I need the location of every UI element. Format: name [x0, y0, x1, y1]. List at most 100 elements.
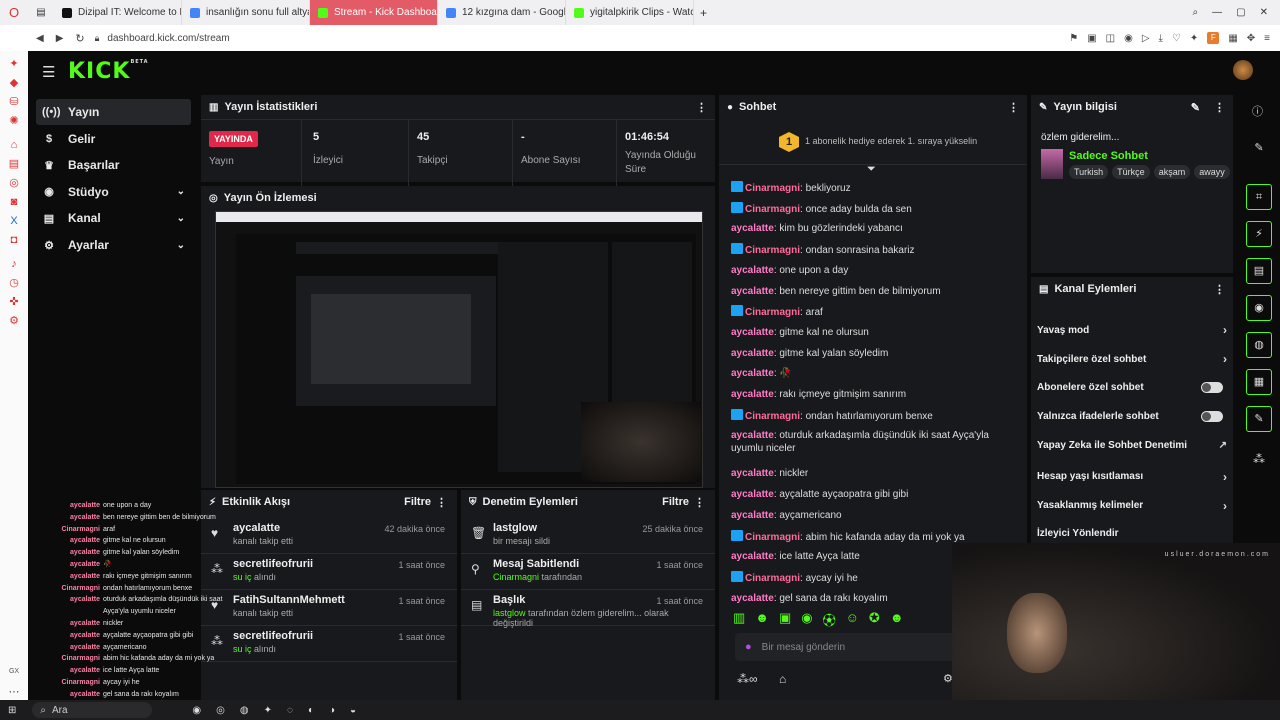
gx-icon[interactable]: GX: [8, 666, 20, 678]
twitch-icon[interactable]: ▤: [8, 158, 20, 170]
broadcast-tool-icon[interactable]: ◍: [1246, 332, 1272, 358]
chevron-down-icon[interactable]: ⌄: [177, 186, 185, 197]
shop-icon[interactable]: ⌂: [779, 672, 786, 686]
collapse-icon[interactable]: ⏷: [867, 163, 876, 176]
emote-icon[interactable]: ☻: [890, 610, 904, 629]
more-options-icon[interactable]: ⋮: [1214, 101, 1225, 114]
discord-icon[interactable]: ◘: [8, 234, 20, 246]
snapshot-icon[interactable]: ▣: [1087, 33, 1096, 44]
taskbar-search[interactable]: ⌕ Ara: [32, 702, 153, 718]
player-icon[interactable]: ▷: [1142, 33, 1150, 44]
emote-bar[interactable]: ▥ ☻ ▣ ◉ ⚽︎ ☺ ✪ ☻: [733, 610, 904, 629]
search-tabs-icon[interactable]: ⌕: [1193, 7, 1199, 18]
filter-button[interactable]: Filtre: [662, 496, 689, 508]
nav-item-2[interactable]: ♛ Başarılar: [36, 152, 191, 178]
teams-icon[interactable]: ✦: [264, 705, 272, 716]
emote-icon[interactable]: ▥: [733, 610, 745, 629]
messenger-icon[interactable]: ◎: [8, 177, 20, 189]
maximize-icon[interactable]: ▢: [1236, 7, 1245, 18]
steam-icon[interactable]: ◐: [308, 705, 314, 716]
instagram-icon[interactable]: ◙: [8, 196, 20, 208]
kick-logo[interactable]: KICKBETA: [68, 59, 149, 84]
menu-icon[interactable]: ≡: [1264, 33, 1270, 44]
document-tool-icon[interactable]: ▤: [1246, 258, 1272, 284]
emote-icon[interactable]: ⚽︎: [823, 610, 836, 629]
whatsapp-icon[interactable]: ◍: [240, 705, 249, 716]
chat-username[interactable]: aycalatte: [731, 223, 774, 234]
chevron-right-icon[interactable]: ›: [1223, 323, 1227, 337]
heart-icon[interactable]: ♡: [1172, 33, 1181, 44]
history-icon[interactable]: ◷: [8, 277, 20, 289]
emote-icon[interactable]: ◉: [801, 610, 812, 629]
chevron-right-icon[interactable]: ›: [1223, 352, 1227, 366]
browser-tab[interactable]: Dizipal IT: Welcome to De: [54, 0, 182, 25]
external-link-icon[interactable]: ↗: [1219, 440, 1227, 451]
bolt-tool-icon[interactable]: ⚡︎: [1246, 221, 1272, 247]
new-tab-button[interactable]: +: [700, 6, 707, 20]
spark-icon[interactable]: ✺: [8, 115, 20, 127]
obs-icon[interactable]: ◌: [287, 705, 293, 716]
shopping-icon[interactable]: ⛁: [8, 96, 20, 108]
forward-icon[interactable]: ▶: [56, 33, 64, 44]
chat-username[interactable]: Cinarmagni: [745, 307, 800, 318]
feed-item[interactable]: ▤ Başlık lastglow tarafından özlem giderel…: [461, 590, 715, 628]
hamburger-menu-icon[interactable]: ☰: [42, 63, 55, 81]
reload-icon[interactable]: ↻: [75, 32, 84, 45]
category-thumbnail[interactable]: [1041, 149, 1063, 179]
download-icon[interactable]: ⤓: [1159, 33, 1163, 44]
profile-extension-icon[interactable]: F: [1207, 32, 1220, 44]
edit-layout-icon[interactable]: ✎: [1246, 135, 1272, 161]
chat-username[interactable]: aycalatte: [731, 327, 774, 338]
music-icon[interactable]: ♪: [8, 258, 20, 270]
stream-tag[interactable]: awayy: [1194, 165, 1230, 179]
twitter-x-icon[interactable]: X: [8, 215, 20, 227]
more-options-icon[interactable]: ⋮: [1214, 283, 1225, 296]
chat-username[interactable]: Cinarmagni: [745, 573, 800, 584]
emote-icon[interactable]: ☻: [755, 610, 769, 629]
tab-list-icon[interactable]: ▤: [28, 7, 54, 18]
atom-icon[interactable]: ⌂: [8, 139, 20, 151]
category-link[interactable]: Sadece Sohbet: [1069, 150, 1148, 162]
more-options-icon[interactable]: ⋮: [1008, 101, 1019, 114]
mic-icon[interactable]: ●: [745, 641, 752, 653]
browser-tab[interactable]: Stream - Kick Dashboard: [310, 0, 438, 25]
screenshot-icon[interactable]: ◫: [1106, 33, 1115, 44]
chat-username[interactable]: aycalatte: [731, 489, 774, 500]
focus-icon[interactable]: ⌗: [1246, 184, 1272, 210]
channel-action[interactable]: İzleyici Yönlendir: [1037, 528, 1227, 539]
add-widget-icon[interactable]: ⁂: [1253, 452, 1265, 466]
emote-icon[interactable]: ☺: [846, 610, 859, 629]
nav-item-5[interactable]: ⚙ Ayarlar ⌄: [36, 232, 191, 258]
url-field[interactable]: dashboard.kick.com/stream: [107, 33, 229, 44]
nav-item-4[interactable]: ▤ Kanal ⌄: [36, 205, 191, 231]
opera-gx-icon[interactable]: ◎: [216, 705, 225, 716]
puzzle-icon[interactable]: ✥: [1247, 33, 1255, 44]
layout-tool-icon[interactable]: ▦: [1246, 369, 1272, 395]
chevron-down-icon[interactable]: ⌄: [177, 240, 185, 251]
feed-item[interactable]: ⁂ secretlifeofrurii su iç alındı 1 saat önc…: [201, 626, 457, 662]
more-icon[interactable]: ⋯: [8, 686, 20, 698]
chevron-right-icon[interactable]: ›: [1223, 470, 1227, 484]
chat-tool-icon[interactable]: ◉: [1246, 295, 1272, 321]
browser-tab[interactable]: insanlığın sonu full altyaz: [182, 0, 310, 25]
chat-username[interactable]: aycalatte: [731, 468, 774, 479]
crypto-wallet-icon[interactable]: ◆: [8, 77, 20, 89]
settings-icon[interactable]: ⚙: [8, 315, 20, 327]
discord-taskbar-icon[interactable]: ◒: [350, 705, 356, 716]
extensions-icon[interactable]: ✜: [8, 296, 20, 308]
wrench-tool-icon[interactable]: ✎: [1246, 406, 1272, 432]
gift-leaderboard[interactable]: 1 1 abonelik hediye ederek 1. sıraya yük…: [719, 121, 1027, 165]
close-icon[interactable]: ✕: [1260, 7, 1268, 18]
aria-icon[interactable]: ✦: [8, 58, 20, 70]
chat-username[interactable]: aycalatte: [731, 368, 774, 379]
stream-tag[interactable]: Türkçe: [1112, 165, 1150, 179]
spotify-icon[interactable]: ◑: [329, 705, 335, 716]
chat-username[interactable]: Cinarmagni: [745, 532, 800, 543]
vpn-icon[interactable]: ◉: [1124, 33, 1133, 44]
feed-item[interactable]: 🗑︎ lastglow bir mesajı sildi 25 dakika önce: [461, 518, 715, 554]
chat-username[interactable]: aycalatte: [731, 265, 774, 276]
nav-item-3[interactable]: ◉ Stüdyo ⌄: [36, 179, 191, 205]
bookmark-icon[interactable]: ⚑: [1069, 33, 1078, 44]
browser-tab[interactable]: yigitalpkirik Clips - Watch: [566, 0, 694, 25]
stream-tag[interactable]: akşam: [1153, 165, 1191, 179]
